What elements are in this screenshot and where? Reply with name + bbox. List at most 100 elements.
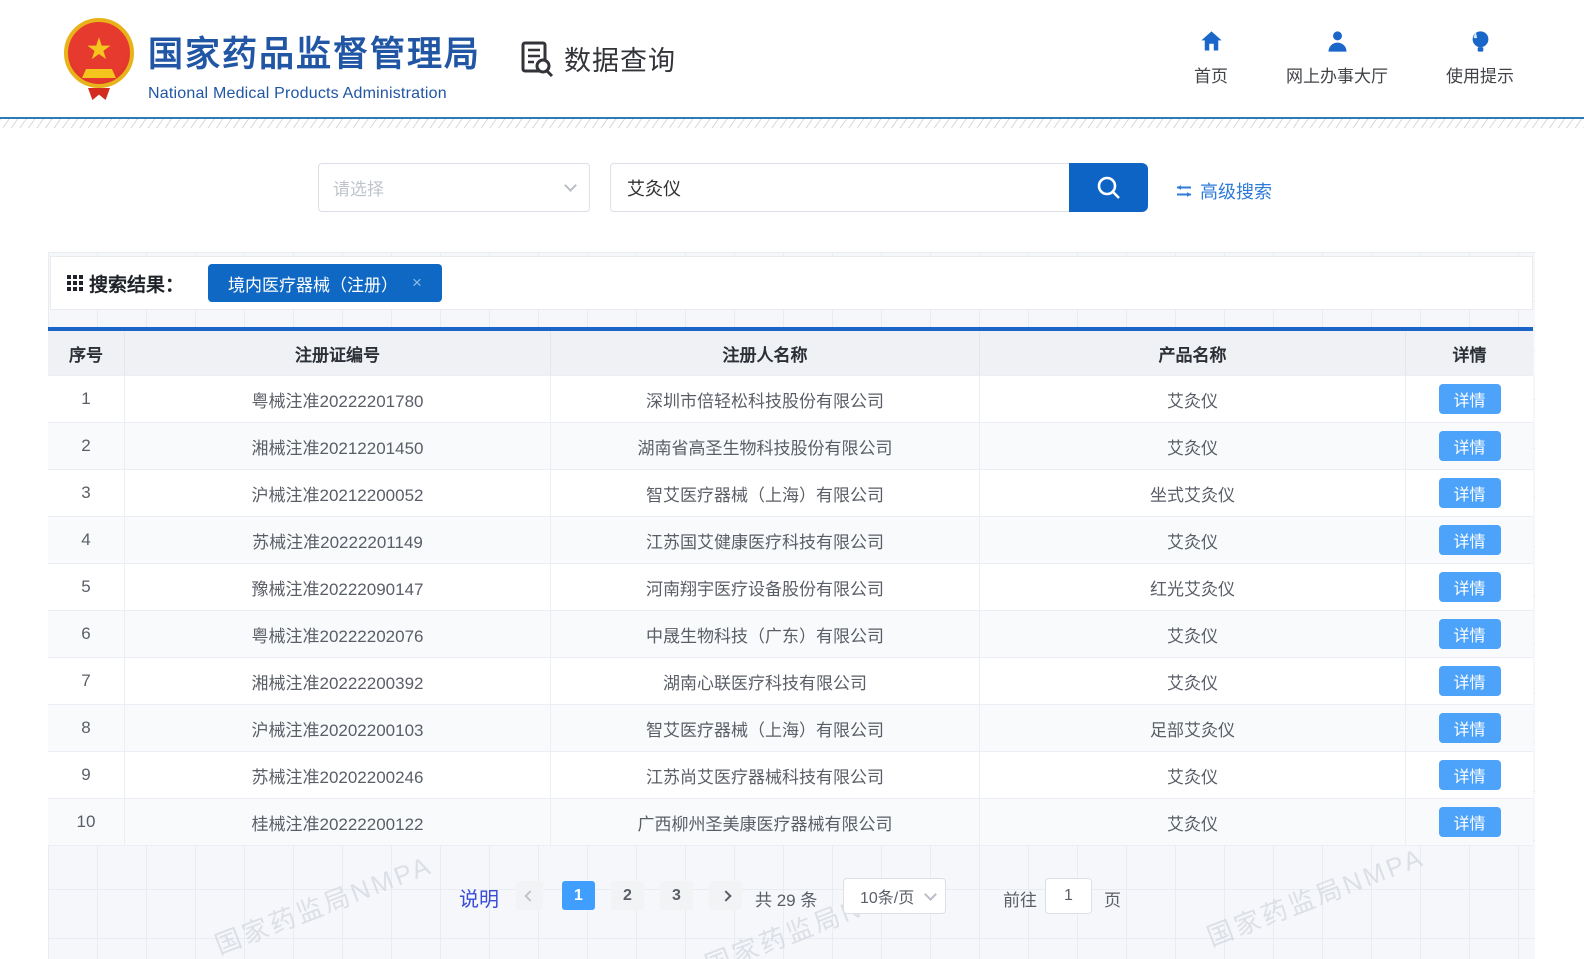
cell-reg-no: 湘械注准20212201450 [125, 423, 551, 470]
cell-registrant: 江苏国艾健康医疗科技有限公司 [551, 517, 980, 564]
category-placeholder: 请选择 [333, 175, 384, 200]
goto-suffix: 页 [1104, 886, 1121, 911]
advanced-search-link[interactable]: 高级搜索 [1175, 178, 1272, 204]
app-title-label: 数据查询 [564, 39, 676, 78]
table-row: 1 粤械注准20222201780 深圳市倍轻松科技股份有限公司 艾灸仪 详情 [48, 376, 1533, 423]
next-page-button[interactable] [709, 881, 742, 910]
search-input[interactable] [610, 163, 1069, 212]
detail-button[interactable]: 详情 [1439, 713, 1501, 743]
emblem-ribbon [88, 88, 110, 100]
results-table: 序号 注册证编号 注册人名称 产品名称 详情 1 粤械注准20222201780… [48, 327, 1533, 846]
cell-detail: 详情 [1406, 517, 1533, 564]
cell-registrant: 江苏尚艾医疗器械科技有限公司 [551, 752, 980, 799]
goto-page-input[interactable] [1045, 878, 1092, 914]
detail-button[interactable]: 详情 [1439, 760, 1501, 790]
cell-reg-no: 粤械注准20222201780 [125, 376, 551, 423]
cell-registrant: 智艾医疗器械（上海）有限公司 [551, 705, 980, 752]
nav-label: 使用提示 [1446, 62, 1514, 87]
cell-product: 艾灸仪 [980, 799, 1406, 846]
cell-detail: 详情 [1406, 705, 1533, 752]
page-button-1[interactable]: 1 [562, 881, 595, 910]
cell-detail: 详情 [1406, 752, 1533, 799]
table-row: 6 粤械注准20222202076 中晟生物科技（广东）有限公司 艾灸仪 详情 [48, 611, 1533, 658]
cell-index: 2 [48, 423, 125, 470]
chevron-down-icon [924, 888, 937, 901]
detail-button[interactable]: 详情 [1439, 666, 1501, 696]
search-button[interactable] [1069, 163, 1148, 212]
cell-reg-no: 粤械注准20222202076 [125, 611, 551, 658]
cell-registrant: 广西柳州圣美康医疗器械有限公司 [551, 799, 980, 846]
sliders-icon [1175, 183, 1193, 199]
top-nav: 首页 网上办事大厅 使用提示 [1194, 28, 1514, 87]
cell-reg-no: 桂械注准20222200122 [125, 799, 551, 846]
note-link[interactable]: 说明 [459, 883, 499, 912]
search-results-bar: 搜索结果： 境内医疗器械（注册） × [50, 256, 1533, 310]
cell-registrant: 中晟生物科技（广东）有限公司 [551, 611, 980, 658]
results-label-group: 搜索结果： [67, 270, 184, 297]
table-row: 7 湘械注准20222200392 湖南心联医疗科技有限公司 艾灸仪 详情 [48, 658, 1533, 705]
nav-label: 网上办事大厅 [1286, 62, 1388, 87]
chevron-right-icon [720, 890, 731, 901]
col-header-reg-no: 注册证编号 [125, 331, 551, 376]
filter-chip-label: 境内医疗器械（注册） [228, 271, 398, 296]
cell-registrant: 深圳市倍轻松科技股份有限公司 [551, 376, 980, 423]
nav-item-usage-tips[interactable]: 使用提示 [1446, 28, 1514, 87]
cell-product: 艾灸仪 [980, 423, 1406, 470]
table-row: 2 湘械注准20212201450 湖南省高圣生物科技股份有限公司 艾灸仪 详情 [48, 423, 1533, 470]
cell-product: 艾灸仪 [980, 517, 1406, 564]
cell-detail: 详情 [1406, 376, 1533, 423]
header-hatch-band [0, 119, 1584, 128]
detail-button[interactable]: 详情 [1439, 384, 1501, 414]
detail-button[interactable]: 详情 [1439, 525, 1501, 555]
close-icon[interactable]: × [412, 273, 422, 293]
category-select[interactable]: 请选择 [318, 163, 590, 212]
document-search-icon [516, 38, 556, 78]
col-header-product: 产品名称 [980, 331, 1406, 376]
cell-index: 1 [48, 376, 125, 423]
grid-icon [67, 275, 84, 292]
page: 国家药品监督管理局 National Medical Products Admi… [0, 0, 1584, 959]
table-row: 10 桂械注准20222200122 广西柳州圣美康医疗器械有限公司 艾灸仪 详… [48, 799, 1533, 846]
page-button-2[interactable]: 2 [611, 881, 644, 910]
cell-reg-no: 湘械注准20222200392 [125, 658, 551, 705]
table-row: 4 苏械注准20222201149 江苏国艾健康医疗科技有限公司 艾灸仪 详情 [48, 517, 1533, 564]
cell-reg-no: 沪械注准20202200103 [125, 705, 551, 752]
detail-button[interactable]: 详情 [1439, 431, 1501, 461]
cell-reg-no: 沪械注准20212200052 [125, 470, 551, 517]
table-row: 5 豫械注准20222090147 河南翔宇医疗设备股份有限公司 红光艾灸仪 详… [48, 564, 1533, 611]
page-button-3[interactable]: 3 [660, 881, 693, 910]
cell-detail: 详情 [1406, 799, 1533, 846]
cell-index: 3 [48, 470, 125, 517]
org-titles: 国家药品监督管理局 National Medical Products Admi… [148, 26, 481, 103]
detail-button[interactable]: 详情 [1439, 807, 1501, 837]
col-header-registrant: 注册人名称 [551, 331, 980, 376]
cell-index: 6 [48, 611, 125, 658]
filter-chip-domestic-device[interactable]: 境内医疗器械（注册） × [208, 264, 442, 302]
cell-reg-no: 豫械注准20222090147 [125, 564, 551, 611]
detail-button[interactable]: 详情 [1439, 572, 1501, 602]
nav-label: 首页 [1194, 62, 1228, 87]
lightbulb-icon [1467, 28, 1494, 55]
cell-registrant: 河南翔宇医疗设备股份有限公司 [551, 564, 980, 611]
detail-button[interactable]: 详情 [1439, 478, 1501, 508]
cell-detail: 详情 [1406, 564, 1533, 611]
cell-product: 坐式艾灸仪 [980, 470, 1406, 517]
cell-product: 艾灸仪 [980, 752, 1406, 799]
header: 国家药品监督管理局 National Medical Products Admi… [0, 0, 1584, 117]
prev-page-button[interactable] [516, 881, 543, 910]
col-header-detail: 详情 [1406, 331, 1533, 376]
table-row: 8 沪械注准20202200103 智艾医疗器械（上海）有限公司 足部艾灸仪 详… [48, 705, 1533, 752]
cell-product: 艾灸仪 [980, 658, 1406, 705]
page-size-value: 10条/页 [860, 884, 914, 908]
chevron-down-icon [564, 179, 577, 192]
nav-item-home[interactable]: 首页 [1194, 28, 1228, 87]
page-size-select[interactable]: 10条/页 [843, 878, 946, 914]
chevron-left-icon [524, 890, 535, 901]
total-count: 共 29 条 [755, 886, 817, 911]
detail-button[interactable]: 详情 [1439, 619, 1501, 649]
cell-detail: 详情 [1406, 470, 1533, 517]
org-name-en: National Medical Products Administration [148, 85, 481, 103]
nav-item-service-hall[interactable]: 网上办事大厅 [1286, 28, 1388, 87]
col-header-index: 序号 [48, 331, 125, 376]
app-title: 数据查询 [516, 38, 676, 78]
